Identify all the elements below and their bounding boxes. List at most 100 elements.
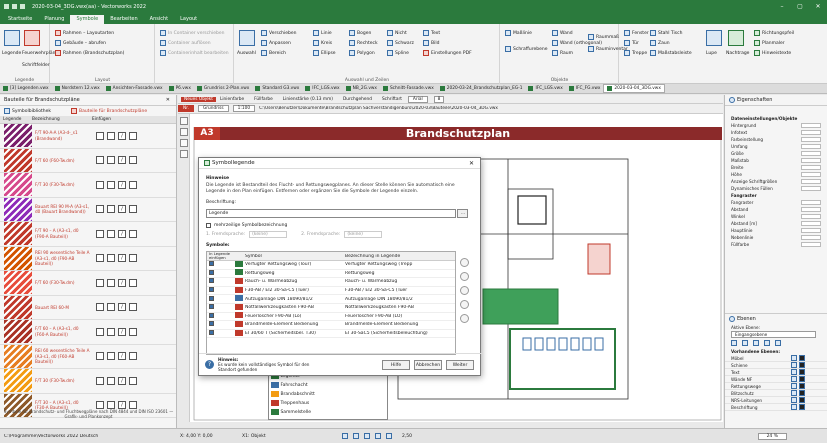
insert-symbol-icon[interactable] — [96, 229, 104, 238]
thickness-field[interactable]: Linienstärke (0.13 mm) — [283, 97, 333, 102]
rechteck-button[interactable]: Rechteck — [349, 40, 378, 46]
table-row[interactable]: Aufzuganlage DIN 18090/81/2 Aufzuganlage … — [207, 295, 455, 304]
table-row[interactable]: Brandmelde-Element Bedienung Brandmelde-E… — [207, 320, 455, 330]
tuer-button[interactable]: Tür — [624, 40, 639, 46]
include-checkbox[interactable] — [209, 261, 214, 267]
insert-symbol-alt-icon[interactable] — [107, 180, 115, 189]
pdf-button[interactable]: Einstellungen PDF — [423, 50, 472, 56]
property-value-field[interactable] — [801, 200, 821, 205]
doc-tab[interactable]: [3] Legenden.vwx — [0, 84, 52, 93]
snap-distance-icon[interactable] — [386, 433, 392, 439]
property-value-field[interactable] — [801, 221, 821, 226]
legend-label-cell[interactable]: Rauch- u. Wärmeabzug — [345, 279, 455, 284]
bereich-button[interactable]: Bereich — [261, 50, 286, 56]
container-edit-button[interactable]: Containerinhalt bearbeiten — [160, 50, 229, 56]
insert-symbol-icon[interactable] — [96, 156, 104, 165]
table-row[interactable]: Feuerlöscher F90-AB (Lö) Feuerlöscher F90… — [207, 312, 455, 322]
doc-tab[interactable]: IFC_LGS.vwx — [525, 84, 565, 93]
property-value-field[interactable] — [801, 179, 821, 184]
remove-icon[interactable] — [460, 300, 469, 309]
edit-layer-icon[interactable] — [764, 340, 770, 346]
include-checkbox[interactable] — [209, 330, 214, 336]
linie-button[interactable]: Linie — [313, 30, 332, 36]
layer-visibility-icon[interactable] — [791, 390, 797, 396]
include-checkbox[interactable] — [209, 295, 214, 301]
edit-symbol-icon[interactable]: ∕ — [118, 352, 126, 361]
insert-symbol-alt-icon[interactable] — [107, 156, 115, 165]
insert-symbol-alt-icon[interactable] — [107, 327, 115, 336]
table-row[interactable]: F30-AB / EI2 30-Sa-C5 (Tuer) F30-AB / EI2… — [207, 286, 455, 296]
edit-symbol-icon[interactable]: ∕ — [118, 205, 126, 214]
layer-visibility-icon[interactable] — [791, 369, 797, 375]
table-row[interactable]: Rettungsweg Rettungsweg — [207, 269, 455, 279]
table-row[interactable]: Rauch- u. Wärmeabzug Rauch- u. Wärmeabzug — [207, 277, 455, 287]
duplicate-layer-icon[interactable] — [742, 340, 748, 346]
property-value-field[interactable] — [801, 151, 821, 156]
selection-arrow-icon[interactable] — [239, 30, 255, 46]
doc-tab[interactable]: Ansichten-Fassade.vwx — [103, 84, 166, 93]
symbol-info-icon[interactable] — [129, 303, 137, 312]
auswahl-button[interactable]: Auswahl — [237, 51, 256, 56]
symbol-list-item[interactable]: REI 60 wesentliche Teile A (A3-s1, d0 (F… — [0, 344, 176, 369]
delete-layer-icon[interactable] — [753, 340, 759, 346]
property-value-field[interactable] — [801, 165, 821, 170]
symbol-info-icon[interactable] — [129, 229, 137, 238]
legend-label-cell[interactable]: Brandmelde-Element Bedienung — [345, 322, 455, 327]
line-tool-icon[interactable] — [180, 150, 188, 158]
scale-select[interactable]: 1:100 — [232, 105, 256, 112]
add-icon[interactable] — [460, 286, 469, 295]
layer-color-icon[interactable] — [799, 369, 805, 375]
masslinie-button[interactable]: Maßlinie — [505, 30, 532, 36]
doc-tab-active[interactable]: 2020-03-04_3DG.vwx — [603, 84, 665, 93]
insert-symbol-alt-icon[interactable] — [107, 254, 115, 263]
layer-field[interactable]: Neues Objekt — [181, 96, 216, 102]
edit-symbol-icon[interactable]: ∕ — [118, 254, 126, 263]
anpassen-button[interactable]: Anpassen — [261, 40, 291, 46]
close-panel-button[interactable]: ✕ — [166, 97, 170, 103]
language1-select[interactable]: (keine) — [249, 231, 288, 238]
edit-symbol-icon[interactable]: ∕ — [118, 278, 126, 287]
schraffur-button[interactable]: Schraffurebene — [505, 46, 548, 52]
symbol-list-item[interactable]: F/T 30 (F30-Tw.dm) ∕ — [0, 173, 176, 198]
property-value-field[interactable] — [801, 228, 821, 233]
property-value-field[interactable] — [801, 137, 821, 142]
tab-startseite[interactable]: Startseite — [2, 15, 38, 24]
insert-symbol-icon[interactable] — [96, 131, 104, 140]
rahmen-brandschutz-button[interactable]: Rahmen (Brandschutzplan) — [55, 50, 124, 56]
layer-color-icon[interactable] — [799, 390, 805, 396]
tab-bearbeiten[interactable]: Bearbeiten — [104, 15, 143, 24]
table-row[interactable]: EI 30/60 T (Sicherheitsbel. T30) EI 30-Sa… — [207, 329, 455, 339]
gebaeude-button[interactable]: Gebäude – abrufen — [55, 40, 106, 46]
legende-button[interactable]: Legende — [2, 51, 21, 56]
help-button[interactable]: Hilfe — [382, 359, 410, 370]
move-down-icon[interactable] — [460, 272, 469, 281]
bild-button[interactable]: Bild — [423, 40, 439, 46]
cancel-button[interactable]: Abbrechen — [414, 359, 442, 370]
include-checkbox[interactable] — [209, 269, 214, 275]
schriftfelder-button[interactable]: Schriftfelder — [22, 63, 50, 68]
layer-visibility-icon[interactable] — [791, 376, 797, 382]
doc-tab[interactable]: Schnitt-Fassade.vwx — [380, 84, 437, 93]
container-move-button[interactable]: In Container verschieben — [160, 30, 224, 36]
edit-symbol-icon[interactable]: ∕ — [118, 327, 126, 336]
layer-row[interactable]: Blitzschutz — [725, 390, 827, 397]
edit-symbol-icon[interactable]: ∕ — [118, 180, 126, 189]
stahltisch-button[interactable]: Stahl Tisch — [650, 30, 682, 36]
doc-tab[interactable]: IFC_LGS.vwx — [302, 84, 342, 93]
include-checkbox[interactable] — [209, 312, 214, 318]
insert-symbol-icon[interactable] — [96, 254, 104, 263]
layer-color-icon[interactable] — [799, 383, 805, 389]
richtungspfeil-button[interactable]: Richtungspfeil — [754, 30, 794, 36]
layer-visibility-icon[interactable] — [791, 383, 797, 389]
doc-tab[interactable]: Nordstern 12.vwx — [52, 84, 103, 93]
layer-color-icon[interactable] — [799, 397, 805, 403]
property-value-field[interactable] — [801, 214, 821, 219]
properties-section-heading[interactable]: Dateneinstellungen/Objekte — [725, 115, 827, 122]
container-dissolve-button[interactable]: Container auflösen — [160, 40, 211, 46]
raum-button[interactable]: Raum — [552, 50, 573, 56]
insert-symbol-alt-icon[interactable] — [107, 229, 115, 238]
layer-row[interactable]: Möbel — [725, 355, 827, 362]
edit-symbol-icon[interactable]: ∕ — [118, 131, 126, 140]
close-dialog-button[interactable]: ✕ — [469, 160, 474, 167]
raummass-button[interactable]: Raummaß — [588, 34, 619, 40]
